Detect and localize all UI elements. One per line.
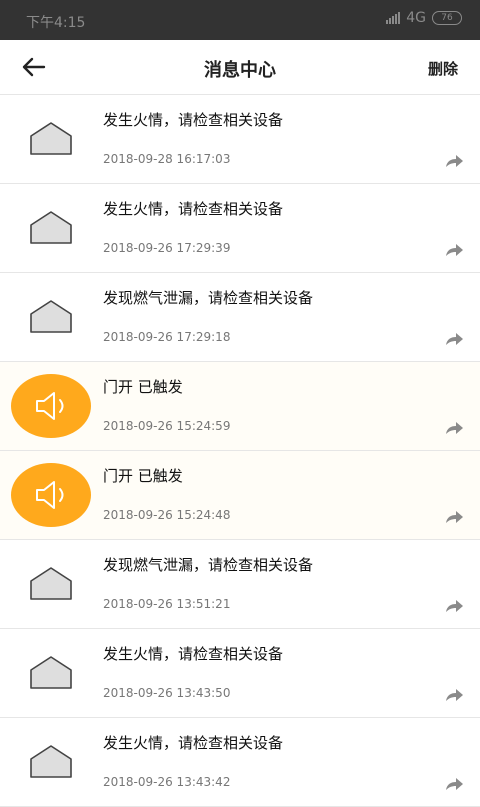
message-text: 发生火情，请检查相关设备 [103,645,284,663]
status-time: 下午4:15 [26,15,86,31]
page-title: 消息中心 [204,60,276,81]
forward-icon[interactable] [444,153,464,169]
message-time: 2018-09-26 13:43:50 [103,686,231,700]
forward-icon[interactable] [444,331,464,347]
message-text: 门开 已触发 [103,378,183,396]
message-text: 发生火情，请检查相关设备 [103,734,284,752]
message-time: 2018-09-28 16:17:03 [103,152,231,166]
delete-button[interactable]: 删除 [428,58,458,79]
speaker-icon [11,463,91,527]
home-icon [12,279,90,353]
home-icon [12,635,90,709]
message-time: 2018-09-26 13:51:21 [103,597,231,611]
forward-icon[interactable] [444,776,464,792]
message-time: 2018-09-26 15:24:48 [103,508,231,522]
message-item[interactable]: 门开 已触发 2018-09-26 15:24:59 [0,362,480,451]
forward-icon[interactable] [444,687,464,703]
signal-icon [386,12,401,24]
message-item[interactable]: 门开 已触发 2018-09-26 15:24:48 [0,451,480,540]
message-text: 发现燃气泄漏，请检查相关设备 [103,289,314,307]
status-bar: 下午4:15 4G 76 [0,0,480,40]
message-time: 2018-09-26 17:29:39 [103,241,231,255]
home-icon [12,546,90,620]
home-icon [12,101,90,175]
message-time: 2018-09-26 13:43:42 [103,775,231,789]
message-text: 发生火情，请检查相关设备 [103,200,284,218]
message-list: 发生火情，请检查相关设备 2018-09-28 16:17:03 发生火情，请检查相… [0,95,480,807]
network-type: 4G [406,10,426,26]
message-time: 2018-09-26 17:29:18 [103,330,231,344]
message-text: 发生火情，请检查相关设备 [103,111,284,129]
message-item[interactable]: 发现燃气泄漏，请检查相关设备 2018-09-26 13:51:21 [0,540,480,629]
message-item[interactable]: 发生火情，请检查相关设备 2018-09-26 17:29:39 [0,184,480,273]
message-text: 发现燃气泄漏，请检查相关设备 [103,556,314,574]
message-item[interactable]: 发生火情，请检查相关设备 2018-09-26 13:43:50 [0,629,480,718]
battery-icon: 76 [432,11,462,25]
forward-icon[interactable] [444,420,464,436]
home-icon [12,190,90,264]
speaker-icon [11,374,91,438]
forward-icon[interactable] [444,509,464,525]
message-item[interactable]: 发现燃气泄漏，请检查相关设备 2018-09-26 17:29:18 [0,273,480,362]
message-text: 门开 已触发 [103,467,183,485]
forward-icon[interactable] [444,242,464,258]
message-item[interactable]: 发生火情，请检查相关设备 2018-09-26 13:43:42 [0,718,480,807]
message-item[interactable]: 发生火情，请检查相关设备 2018-09-28 16:17:03 [0,95,480,184]
app-header: 消息中心 删除 [0,40,480,95]
forward-icon[interactable] [444,598,464,614]
status-indicators: 4G 76 [386,10,462,26]
home-icon [12,724,90,798]
message-time: 2018-09-26 15:24:59 [103,419,231,433]
